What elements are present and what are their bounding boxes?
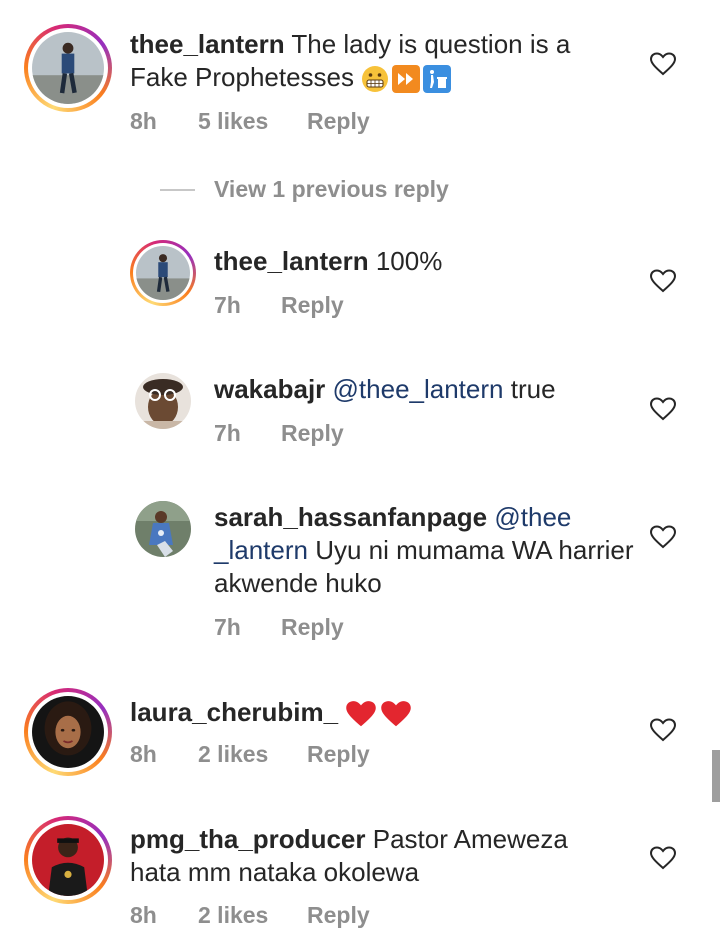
comment-likes[interactable]: 2 likes bbox=[198, 902, 268, 929]
grimacing-face-icon bbox=[361, 65, 389, 93]
view-previous-replies-label: View 1 previous reply bbox=[214, 176, 449, 202]
scrollbar[interactable] bbox=[712, 750, 720, 802]
reply-body: 100% bbox=[375, 246, 443, 276]
comment-text: laura_cherubim_ bbox=[130, 696, 630, 729]
reply-text: wakabajr @thee_lantern true bbox=[214, 373, 634, 406]
divider bbox=[160, 189, 195, 191]
like-heart-icon[interactable] bbox=[650, 525, 676, 549]
comment-username[interactable]: laura_cherubim_ bbox=[130, 697, 338, 727]
like-heart-icon[interactable] bbox=[650, 397, 676, 421]
reply-time: 7h bbox=[214, 292, 241, 318]
comment-username[interactable]: pmg_tha_producer bbox=[130, 824, 366, 854]
reply-username[interactable]: wakabajr bbox=[214, 374, 325, 404]
comment-time: 8h bbox=[130, 741, 157, 767]
reply-body: true bbox=[510, 374, 556, 404]
reply-text: sarah_hassanfanpage @thee _lantern Uyu n… bbox=[214, 501, 644, 600]
avatar[interactable] bbox=[24, 688, 112, 776]
reply-button[interactable]: Reply bbox=[281, 420, 344, 447]
like-heart-icon[interactable] bbox=[650, 269, 676, 293]
comment-text: thee_lantern The lady is question is a F… bbox=[130, 28, 630, 94]
reply-button[interactable]: Reply bbox=[307, 741, 370, 768]
reply-time: 7h bbox=[214, 420, 241, 446]
view-previous-replies-button[interactable]: View 1 previous reply bbox=[160, 176, 560, 206]
like-heart-icon[interactable] bbox=[650, 846, 676, 870]
fast-forward-icon bbox=[392, 65, 421, 94]
like-heart-icon[interactable] bbox=[650, 52, 676, 76]
reply-button[interactable]: Reply bbox=[281, 614, 344, 641]
reply-time: 7h bbox=[214, 614, 241, 640]
comment-likes[interactable]: 5 likes bbox=[198, 108, 268, 135]
reply-mention[interactable]: @thee_lantern bbox=[333, 374, 504, 404]
reply-button[interactable]: Reply bbox=[307, 902, 370, 929]
avatar[interactable] bbox=[135, 373, 191, 429]
avatar[interactable] bbox=[135, 501, 191, 557]
avatar[interactable] bbox=[130, 240, 196, 306]
reply-username[interactable]: sarah_hassanfanpage bbox=[214, 502, 487, 532]
comment-text: pmg_tha_producer Pastor Ameweza hata mm … bbox=[130, 823, 620, 889]
red-heart-icon bbox=[380, 699, 412, 729]
comment-likes[interactable]: 2 likes bbox=[198, 741, 268, 768]
avatar[interactable] bbox=[24, 24, 112, 112]
reply-username[interactable]: thee_lantern bbox=[214, 246, 369, 276]
reply-button[interactable]: Reply bbox=[307, 108, 370, 135]
comment-time: 8h bbox=[130, 108, 157, 134]
avatar[interactable] bbox=[24, 816, 112, 904]
put-litter-in-bin-icon bbox=[423, 65, 452, 94]
reply-text: thee_lantern 100% bbox=[214, 245, 634, 278]
red-heart-icon bbox=[345, 699, 377, 729]
comment-time: 8h bbox=[130, 902, 157, 928]
reply-button[interactable]: Reply bbox=[281, 292, 344, 319]
like-heart-icon[interactable] bbox=[650, 718, 676, 742]
comment-username[interactable]: thee_lantern bbox=[130, 29, 285, 59]
